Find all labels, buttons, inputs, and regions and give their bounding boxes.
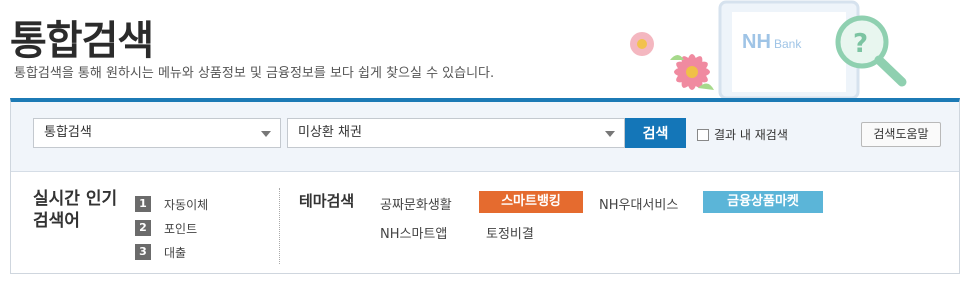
search-help-button[interactable]: 검색도움말: [861, 122, 941, 147]
search-button[interactable]: 검색: [625, 118, 686, 148]
search-panel: 통합검색 미상환 채권 검색 결과 내 재검색 검색도움말 실시간 인기 검색어…: [10, 98, 960, 274]
theme-link-tojeong[interactable]: 토정비결: [486, 223, 534, 242]
page-title: 통합검색: [10, 18, 154, 64]
theme-tag-smart-banking[interactable]: 스마트뱅킹: [479, 191, 583, 213]
flower-decoration: [630, 32, 714, 90]
search-bar: 통합검색 미상환 채권 검색 결과 내 재검색 검색도움말: [11, 102, 959, 172]
recheck-option[interactable]: 결과 내 재검색: [697, 126, 788, 143]
popular-keywords-list: 1 자동이체 2 포인트 3 대출: [135, 192, 208, 264]
svg-text:?: ?: [853, 29, 868, 59]
section-divider: [279, 188, 280, 264]
chevron-down-icon: [261, 131, 271, 137]
theme-tag-financial-market[interactable]: 금융상품마켓: [703, 191, 823, 213]
recheck-label: 결과 내 재검색: [714, 128, 788, 142]
chevron-down-icon: [605, 131, 615, 137]
category-select-value: 통합검색: [44, 125, 92, 140]
popular-keyword-item[interactable]: 2 포인트: [135, 216, 208, 240]
popular-keyword-label[interactable]: 포인트: [164, 220, 197, 237]
popular-keyword-label[interactable]: 대출: [164, 244, 186, 261]
popular-keyword-item[interactable]: 1 자동이체: [135, 192, 208, 216]
popular-keyword-label[interactable]: 자동이체: [164, 196, 208, 213]
rank-badge: 3: [135, 244, 151, 260]
rank-badge: 1: [135, 196, 151, 212]
theme-link-nh-benefits[interactable]: NH우대서비스: [599, 194, 678, 213]
page-description: 통합검색을 통해 원하시는 메뉴와 상품정보 및 금융정보를 보다 쉽게 찾으실…: [14, 66, 495, 81]
rank-badge: 2: [135, 220, 151, 236]
popular-keywords-title: 실시간 인기 검색어: [33, 189, 118, 231]
theme-search-title: 테마검색: [299, 192, 355, 210]
keyword-input[interactable]: 미상환 채권: [287, 118, 625, 148]
popular-keyword-item[interactable]: 3 대출: [135, 240, 208, 264]
nh-bank-illustration: NH Bank ?: [630, 0, 907, 100]
category-select[interactable]: 통합검색: [33, 118, 281, 148]
keyword-input-value: 미상환 채권: [298, 125, 362, 140]
nh-bank-logo: NH: [742, 31, 771, 53]
theme-link-free-culture[interactable]: 공짜문화생활: [380, 194, 452, 213]
svg-text:Bank: Bank: [774, 37, 802, 51]
theme-link-nh-smart-app[interactable]: NH스마트앱: [380, 223, 447, 242]
recheck-checkbox[interactable]: [697, 128, 709, 141]
